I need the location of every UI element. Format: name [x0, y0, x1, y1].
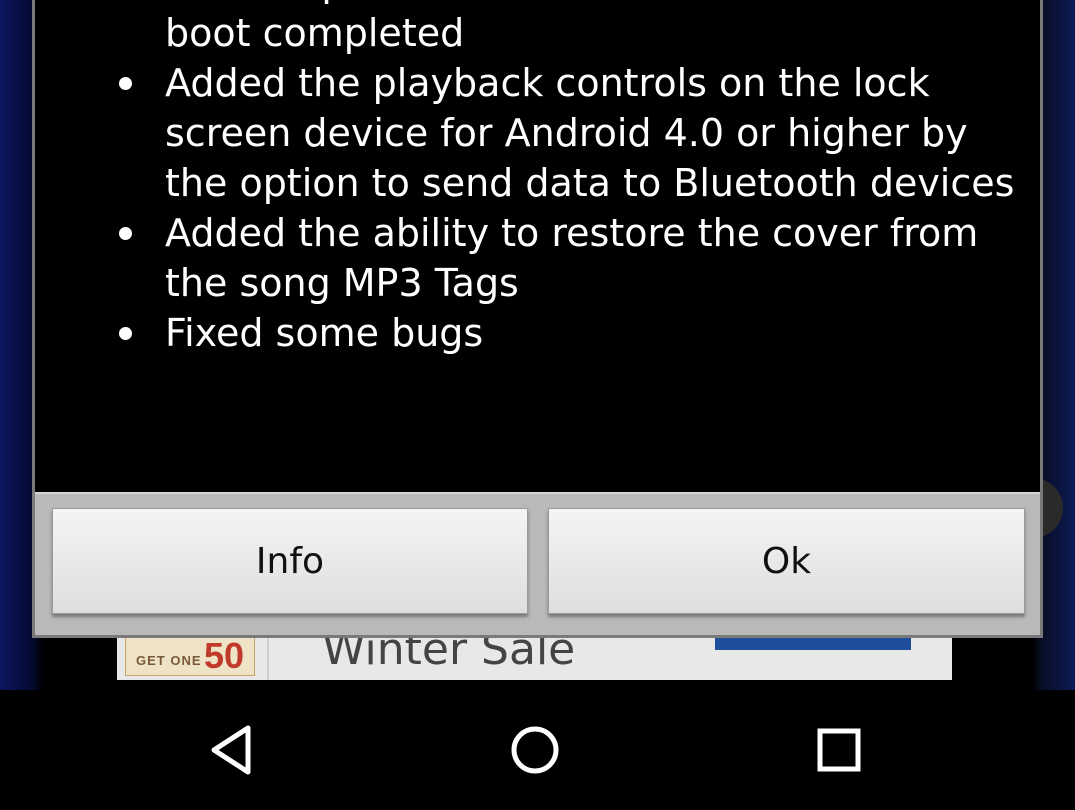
changelog-dialog: Added option to autostart music at devic…: [32, 0, 1043, 638]
changelog-item-text: Added the ability to restore the cover f…: [165, 211, 979, 305]
changelog-item: Added the playback controls on the lock …: [115, 58, 1015, 208]
changelog-item-text: Fixed some bugs: [165, 311, 484, 355]
changelog-item: Added option to autostart music at devic…: [115, 0, 1015, 58]
bullet-icon: [119, 327, 132, 340]
changelog-item-text: Added option to autostart music at devic…: [165, 0, 966, 55]
recents-button[interactable]: [809, 720, 869, 780]
home-button[interactable]: [505, 720, 565, 780]
home-icon: [511, 726, 559, 774]
changelog-item: Added the ability to restore the cover f…: [115, 208, 1015, 308]
back-icon: [211, 725, 251, 775]
ad-logo-text: GET ONE: [136, 653, 202, 668]
recents-icon: [817, 728, 861, 772]
navigation-bar: [0, 690, 1075, 810]
bullet-icon: [119, 77, 132, 90]
changelog-item-text: Added the playback controls on the lock …: [165, 61, 1015, 205]
back-button[interactable]: [202, 720, 262, 780]
info-button[interactable]: Info: [52, 508, 528, 614]
dialog-button-bar: Info Ok: [35, 492, 1040, 635]
changelog-list: Added option to autostart music at devic…: [115, 0, 1015, 358]
ok-button[interactable]: Ok: [548, 508, 1025, 614]
changelog-item: Fixed some bugs: [115, 308, 1015, 358]
bullet-icon: [119, 227, 132, 240]
ad-logo-number: 50: [204, 635, 245, 676]
